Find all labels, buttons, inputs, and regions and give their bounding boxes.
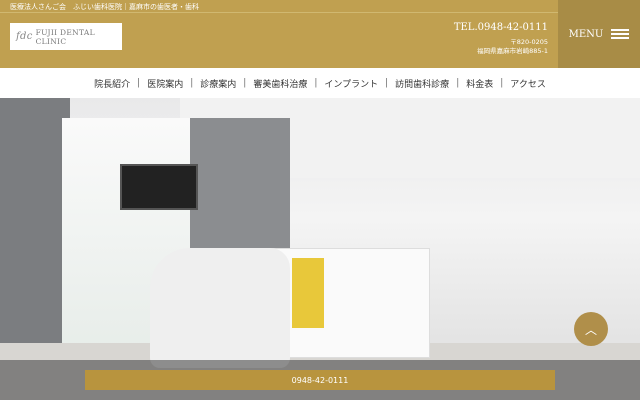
global-nav: 院長紹介 | 医院案内 | 診療案内 | 審美歯科治療 | インプラント | 訪問歯科診療 | 料金表 |… <box>0 68 640 98</box>
nav-item[interactable]: 審美歯科治療 <box>253 77 307 90</box>
logo[interactable]: fdc FUJII DENTAL CLINIC <box>10 23 122 50</box>
nav-separator: | <box>456 78 460 88</box>
chevron-up-icon: ︿ <box>584 322 597 337</box>
nav-separator: | <box>190 78 194 88</box>
monitor <box>120 164 198 210</box>
address: 〒820-0205 福岡県嘉麻市岩崎885-1 <box>477 38 548 56</box>
nav-item[interactable]: 診療案内 <box>200 77 236 90</box>
nav-item[interactable]: アクセス <box>510 77 546 90</box>
nav-item[interactable]: 訪問歯科診療 <box>395 77 449 90</box>
header: 医療法人さんご会 ふじい歯科医院｜嘉麻市の歯医者・歯科 fdc FUJII DEN… <box>0 0 640 68</box>
divider <box>0 12 558 13</box>
logo-text: FUJII DENTAL CLINIC <box>35 27 95 46</box>
tagline: 医療法人さんご会 ふじい歯科医院｜嘉麻市の歯医者・歯科 <box>10 3 199 11</box>
menu-button[interactable]: MENU <box>558 0 640 68</box>
nav-separator: | <box>314 78 318 88</box>
street-address: 福岡県嘉麻市岩崎885-1 <box>477 47 548 55</box>
nav-separator: | <box>243 78 247 88</box>
hero-image: ︿ <box>0 98 640 400</box>
bottom-bar: 0948-42-0111 <box>0 360 640 400</box>
logo-mark: fdc <box>16 31 33 42</box>
tel-button[interactable]: 0948-42-0111 <box>85 370 555 390</box>
nav-item[interactable]: 院長紹介 <box>94 77 130 90</box>
menu-label: MENU <box>568 28 604 40</box>
dental-chair <box>150 248 290 368</box>
nav-separator: | <box>137 78 141 88</box>
nav-item[interactable]: インプラント <box>324 77 378 90</box>
nav-item[interactable]: 料金表 <box>466 77 493 90</box>
postal-code: 〒820-0205 <box>510 38 548 46</box>
nav-item[interactable]: 医院案内 <box>147 77 183 90</box>
hamburger-icon <box>611 29 630 39</box>
scroll-top-button[interactable]: ︿ <box>574 312 608 346</box>
nav-separator: | <box>500 78 504 88</box>
header-tel[interactable]: TEL.0948-42-0111 <box>454 22 548 33</box>
nav-separator: | <box>385 78 389 88</box>
